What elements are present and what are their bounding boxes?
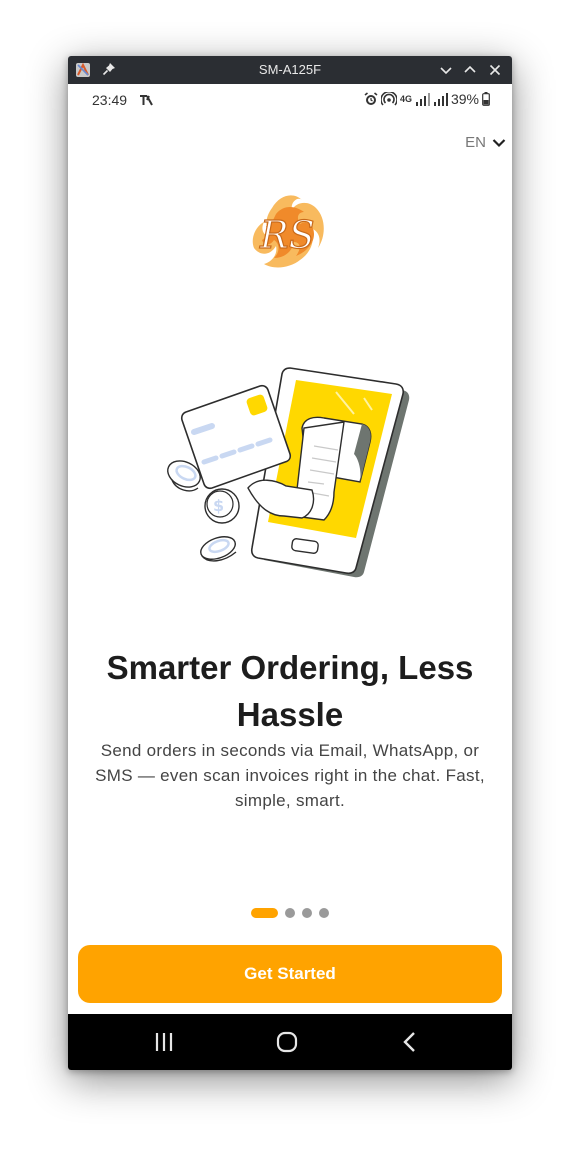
page-dot: [285, 908, 295, 918]
chevron-down-icon: [492, 138, 506, 147]
phone-mirror-window: SM-A125F 23:49 4G 39% EN RS $ Smarter Or…: [68, 56, 512, 1070]
close-icon[interactable]: [487, 62, 503, 78]
page-indicator: [68, 908, 512, 918]
signal-icon: [415, 92, 430, 106]
battery-icon: [482, 92, 490, 106]
page-dot: [302, 908, 312, 918]
navigation-bar: [68, 1014, 512, 1070]
status-icons: 4G 39%: [364, 91, 490, 107]
svg-text:$: $: [213, 496, 224, 515]
maximize-icon[interactable]: [462, 62, 478, 78]
get-started-button[interactable]: Get Started: [78, 945, 502, 1003]
back-icon[interactable]: [396, 1028, 424, 1056]
language-label: EN: [465, 134, 486, 151]
hotspot-icon: [380, 92, 397, 106]
battery-percent: 39%: [450, 91, 479, 107]
status-time: 23:49: [92, 92, 128, 108]
status-bar: 23:49 4G 39%: [68, 84, 512, 116]
window-titlebar[interactable]: SM-A125F: [68, 56, 512, 84]
brand-logo: RS: [252, 195, 324, 268]
page-dot-active: [251, 908, 278, 918]
recents-icon[interactable]: [150, 1028, 178, 1056]
onboarding-description: Send orders in seconds via Email, WhatsA…: [95, 741, 485, 810]
onboarding-headline: Smarter Ordering, Less Hassle: [106, 649, 474, 733]
tiktok-icon: [140, 95, 153, 106]
language-selector[interactable]: EN: [465, 134, 506, 151]
minimize-icon[interactable]: [438, 62, 454, 78]
network-type: 4G: [399, 93, 412, 104]
svg-text:RS: RS: [259, 213, 315, 257]
home-icon[interactable]: [273, 1028, 301, 1056]
payment-phone-illustration: $: [167, 367, 410, 578]
page-dot: [319, 908, 329, 918]
signal-icon-2: [433, 92, 448, 106]
alarm-icon: [364, 92, 378, 105]
